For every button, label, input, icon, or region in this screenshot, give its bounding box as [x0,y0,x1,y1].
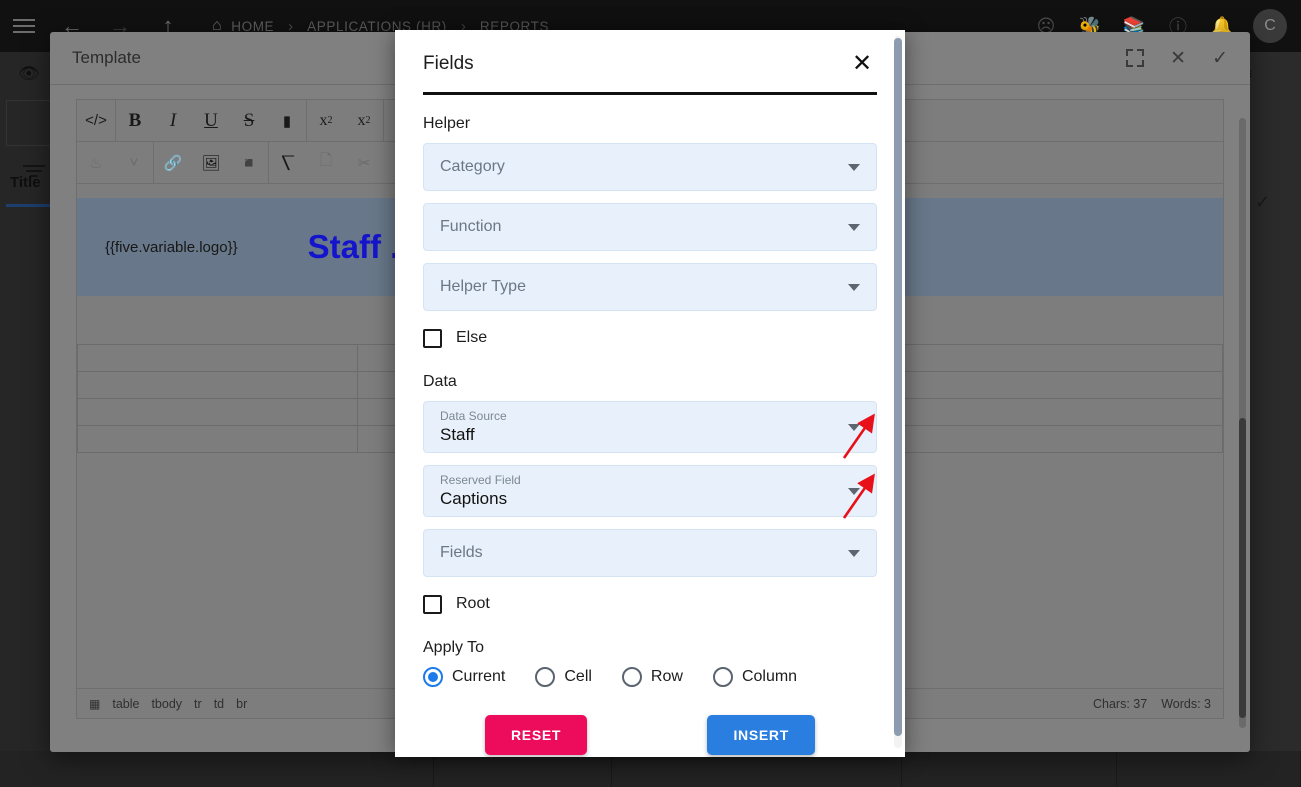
filter-button[interactable] [6,100,54,177]
path-segment[interactable]: table [112,697,139,711]
helper-section-label: Helper [423,115,471,132]
cut-icon[interactable]: ✂ [345,142,383,184]
chevron-down-icon [848,224,860,231]
reserved-field-select[interactable]: Reserved Field Captions [423,465,877,517]
radio-option-cell[interactable]: Cell [535,667,592,687]
hamburger-icon [13,19,35,33]
scrollbar-thumb[interactable] [894,38,902,736]
insert-button[interactable]: INSERT [707,715,815,755]
table-icon: ▦ [89,696,101,711]
template-variable-token: {{five.variable.logo}} [105,238,238,256]
menu-button[interactable] [0,0,48,52]
avatar[interactable]: C [1253,9,1287,43]
function-placeholder: Function [440,218,502,235]
path-segment[interactable]: br [236,697,247,711]
link-icon[interactable]: 🔗 [154,142,192,184]
word-count: Words: 3 [1161,696,1211,711]
droplet-icon[interactable]: ♨ [77,142,115,184]
scrollbar-thumb[interactable] [1239,418,1246,718]
root-checkbox-row[interactable]: Root [423,589,877,619]
apply-to-radio-group: Current Cell Row Column [423,667,877,687]
reserved-field-label: Reserved Field [440,472,521,487]
radio-column-label: Column [741,668,798,685]
title-underline [423,92,877,95]
underline-icon[interactable]: U [192,100,230,142]
format-painter-icon[interactable]: ⎲ [269,142,307,184]
copy-icon[interactable]: 🗋 [307,142,345,184]
radio-column[interactable] [712,667,733,687]
helper-type-placeholder: Helper Type [440,278,526,295]
sidebar-tab-title[interactable]: Title [10,174,41,191]
eraser-icon[interactable]: ▮ [268,100,306,142]
else-checkbox-row[interactable]: Else [423,323,877,353]
dialog-title: Fields [423,53,474,74]
data-source-select[interactable]: Data Source Staff [423,401,877,453]
category-select[interactable]: Category [423,143,877,191]
fields-dialog: Fields ✕ Helper Category Function Helper… [395,30,905,757]
fields-select[interactable]: Fields [423,529,877,577]
close-icon[interactable]: ✕ [1170,49,1186,68]
radio-row[interactable] [621,667,642,687]
superscript-icon[interactable]: x2 [307,100,345,142]
char-count: Chars: 37 [1093,696,1148,711]
eye-icon[interactable]: 👁 [18,64,40,84]
fields-dialog-content: Fields ✕ Helper Category Function Helper… [395,30,905,755]
data-section-label: Data [423,373,457,390]
template-window-scrollbar[interactable] [1239,118,1246,728]
dialog-scrollbar[interactable] [894,36,902,748]
root-checkbox[interactable] [423,594,442,614]
radio-row-label: Row [650,668,683,685]
chevron-down-icon [848,424,860,431]
image-icon[interactable]: 🖼 [192,142,230,184]
confirm-icon[interactable]: ✓ [1212,49,1228,68]
root-label: Root [456,595,490,612]
chevron-down-icon [848,284,860,291]
chevron-down-icon [848,164,860,171]
helper-type-select[interactable]: Helper Type [423,263,877,311]
template-window-actions: ✕ ✓ [1126,49,1228,68]
chevron-down-icon [848,550,860,557]
fields-placeholder: Fields [440,544,483,561]
radio-option-column[interactable]: Column [712,667,798,687]
reserved-field-value: Captions [440,488,508,508]
check-icon[interactable]: ✓ [1255,192,1270,213]
close-icon[interactable]: ✕ [847,49,877,79]
table-cell [77,425,358,453]
editor-counters: Chars: 37 Words: 3 [1093,697,1211,711]
data-source-label: Data Source [440,408,507,423]
else-label: Else [456,329,488,346]
table-cell [77,398,358,426]
expand-icon[interactable] [1126,49,1145,67]
path-segment[interactable]: td [214,697,224,711]
data-source-value: Staff [440,424,475,444]
strikethrough-icon[interactable]: S [230,100,268,142]
else-checkbox[interactable] [423,328,442,348]
template-window-title: Template [72,48,141,67]
path-segment[interactable]: tr [194,697,202,711]
radio-current[interactable] [423,667,443,687]
source-code-icon[interactable]: </> [77,100,115,142]
radio-option-current[interactable]: Current [423,667,505,687]
reset-button[interactable]: RESET [485,715,588,755]
radio-cell[interactable] [535,667,556,687]
bold-icon[interactable]: B [116,100,154,142]
radio-cell-label: Cell [564,668,592,685]
dialog-buttons: RESET INSERT [423,687,877,755]
function-select[interactable]: Function [423,203,877,251]
category-placeholder: Category [440,158,505,175]
italic-icon[interactable]: I [154,100,192,142]
video-icon[interactable]: ◾ [230,142,268,184]
screen: ← → ↑ ⌂ HOME › APPLICATIONS (HR) › REPOR… [0,0,1301,787]
chevron-down-icon [848,488,860,495]
radio-current-label: Current [452,668,506,685]
apply-to-section-label: Apply To [423,639,485,656]
subscript-icon[interactable]: x2 [345,100,383,142]
table-cell [77,344,358,372]
table-cell [77,371,358,399]
element-path: ▦ table tbody tr td br [89,697,247,711]
fields-dialog-header: Fields ✕ [423,30,877,88]
chevron-down-icon[interactable]: ˅ [115,142,153,184]
path-segment[interactable]: tbody [151,697,182,711]
radio-option-row[interactable]: Row [621,667,683,687]
